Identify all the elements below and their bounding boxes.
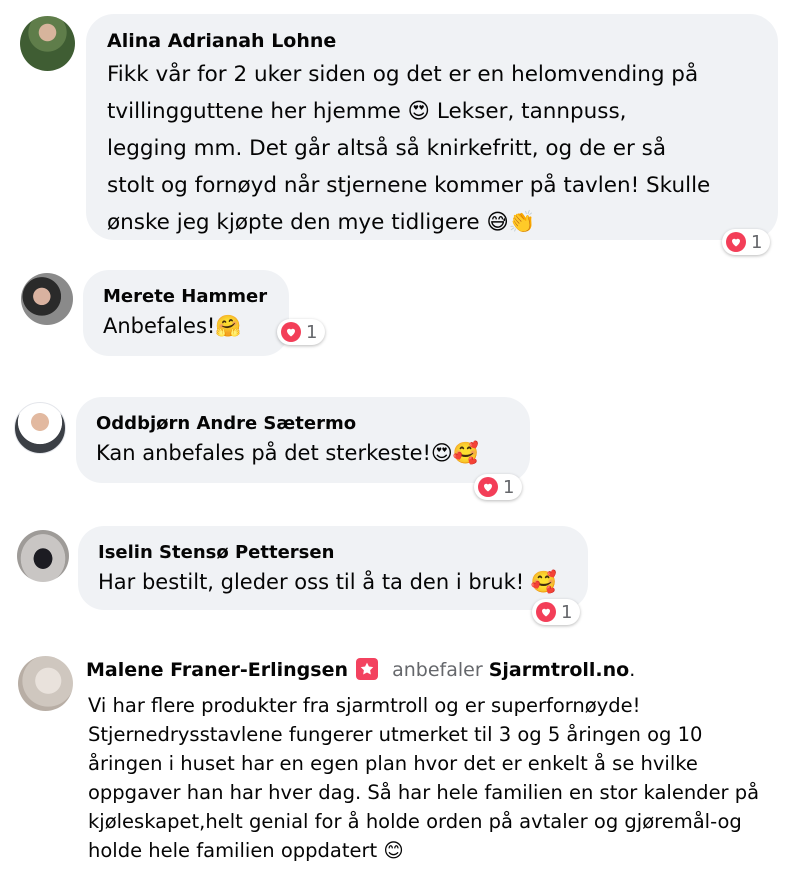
comment-text: Anbefales!🤗 <box>103 314 242 338</box>
reaction-pill[interactable]: 1 <box>532 599 581 625</box>
comment-bubble: Oddbjørn Andre Sætermo Kan anbefales på … <box>76 397 530 483</box>
reaction-pill[interactable]: 1 <box>722 229 771 255</box>
comment-bubble: Iselin Stensø Pettersen Har bestilt, gle… <box>78 526 588 610</box>
comment-author[interactable]: Iselin Stensø Pettersen <box>98 540 568 566</box>
reaction-pill[interactable]: 1 <box>277 319 326 345</box>
avatar[interactable] <box>17 530 69 582</box>
comment-author[interactable]: Merete Hammer <box>103 284 269 310</box>
page-name-link[interactable]: Sjarmtroll.no <box>489 659 630 681</box>
comment-bubble: Merete Hammer Anbefales!🤗 <box>83 270 289 356</box>
review-text: Vi har flere produkter fra sjarmtroll og… <box>88 694 760 862</box>
avatar[interactable] <box>14 402 66 454</box>
reaction-count: 1 <box>561 601 573 623</box>
heart-reaction-icon <box>726 232 746 252</box>
reaction-count: 1 <box>306 321 318 343</box>
comment-author[interactable]: Alina Adrianah Lohne <box>107 28 758 54</box>
recommendation-badge-icon <box>356 658 379 680</box>
heart-reaction-icon <box>281 322 301 342</box>
comment-author[interactable]: Oddbjørn Andre Sætermo <box>96 411 510 437</box>
header-suffix: . <box>629 659 636 681</box>
reaction-pill[interactable]: 1 <box>474 474 523 500</box>
recommends-label: anbefaler <box>392 659 483 681</box>
avatar[interactable] <box>18 656 73 711</box>
review-header: Malene Franer-Erlingsen anbefaler Sjarmt… <box>86 656 635 684</box>
comment-text: Fikk vår for 2 uker siden og det er en h… <box>107 62 711 235</box>
heart-reaction-icon <box>478 477 498 497</box>
heart-reaction-icon <box>536 602 556 622</box>
review-author[interactable]: Malene Franer-Erlingsen <box>86 659 348 681</box>
reaction-count: 1 <box>751 231 763 253</box>
comment-bubble: Alina Adrianah Lohne Fikk vår for 2 uker… <box>86 14 778 240</box>
comment-text: Har bestilt, gleder oss til å ta den i b… <box>98 570 558 594</box>
avatar[interactable] <box>21 273 73 325</box>
reaction-count: 1 <box>503 476 515 498</box>
avatar[interactable] <box>20 16 75 71</box>
comment-text: Kan anbefales på det sterkeste!😍🥰 <box>96 441 479 465</box>
